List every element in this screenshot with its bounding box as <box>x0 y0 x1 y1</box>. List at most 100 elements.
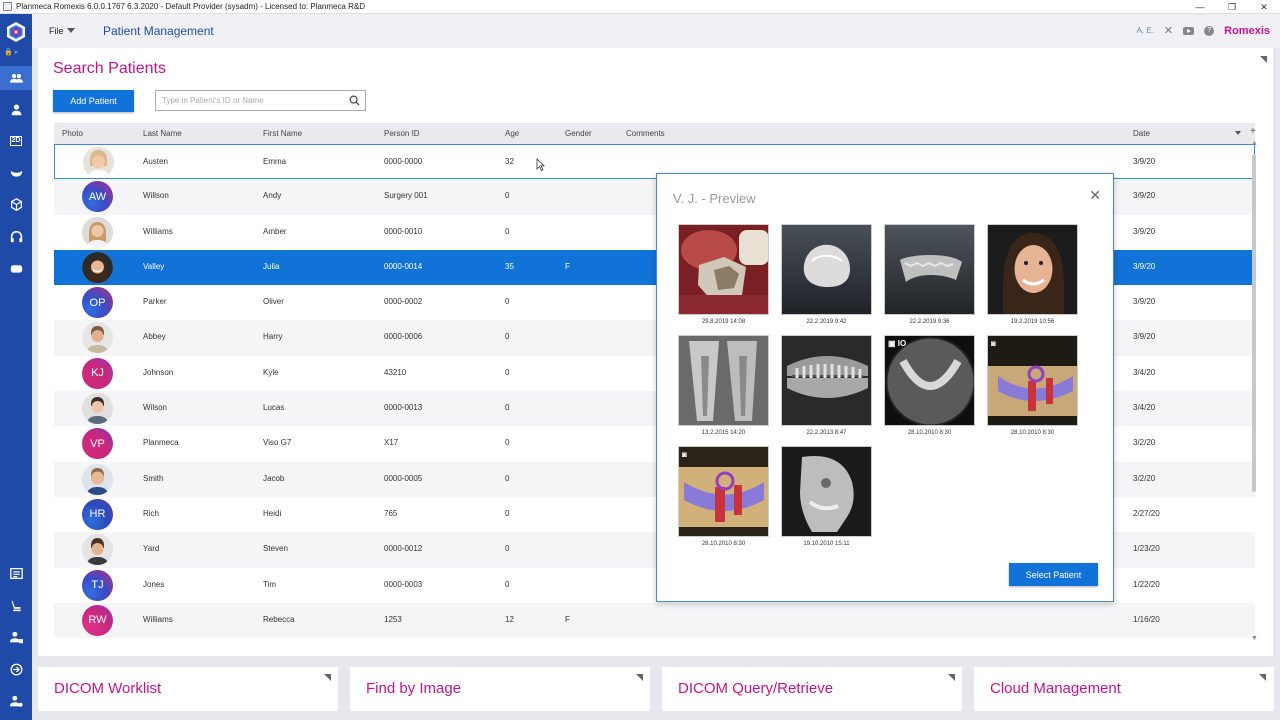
panel-expand-icon[interactable] <box>1260 56 1267 63</box>
thumbnail[interactable]: ◙ 28.10.2010 8:30 <box>678 446 769 547</box>
sidebar-item-chair[interactable] <box>0 593 32 617</box>
sidebar-item-login[interactable] <box>0 657 32 681</box>
sidebar-item-3d[interactable] <box>0 192 32 216</box>
cell-last-name: Johnson <box>143 367 174 377</box>
col-first-name[interactable]: First Name <box>263 129 302 138</box>
scroll-down-icon[interactable]: ▼ <box>1251 635 1258 642</box>
col-last-name[interactable]: Last Name <box>143 129 182 138</box>
avatar-initials: RW <box>82 604 113 636</box>
camera-icon: ◙ <box>682 450 687 459</box>
cell-age: 0 <box>505 438 510 448</box>
add-patient-button[interactable]: Add Patient <box>53 90 134 112</box>
sidebar-item-worklist[interactable] <box>0 561 32 585</box>
sidebar-item-patient[interactable] <box>0 97 32 121</box>
cell-date: 3/2/20 <box>1133 473 1156 483</box>
thumbnail-date: 28.10.2010 8:30 <box>907 430 952 436</box>
thumbnail[interactable]: 22.2.2013 8:47 <box>781 335 872 436</box>
cell-date: 1/22/20 <box>1133 579 1160 589</box>
col-person-id[interactable]: Person ID <box>384 129 420 138</box>
scrollbar-thumb[interactable] <box>1252 154 1256 492</box>
cell-person-id: 0000-0002 <box>384 297 423 307</box>
avatar-initials: VP <box>82 428 113 460</box>
tile-label: Find by Image <box>366 680 462 697</box>
thumbnail[interactable]: 29.8.2019 14:08 <box>678 224 769 325</box>
thumbnail[interactable]: 13.2.2015 14:20 <box>678 335 769 436</box>
cell-last-name: Rich <box>143 508 160 518</box>
col-comments[interactable]: Comments <box>626 129 665 138</box>
select-patient-button[interactable]: Select Patient <box>1009 563 1098 586</box>
user-initials[interactable]: A. E. <box>1137 26 1154 35</box>
patient-search-box <box>155 90 366 111</box>
cell-person-id: 0000-0010 <box>384 226 423 236</box>
sidebar-item-admin[interactable] <box>0 625 32 649</box>
dental-chair-icon <box>11 600 21 611</box>
tile-expand-icon[interactable] <box>324 674 331 681</box>
maximize-button[interactable]: ❐ <box>1216 0 1248 14</box>
tooth-icon <box>10 170 22 177</box>
tile-cloud-management[interactable]: Cloud Management <box>974 667 1274 711</box>
tile-dicom-worklist[interactable]: DICOM Worklist <box>38 667 338 711</box>
tile-dicom-query-retrieve[interactable]: DICOM Query/Retrieve <box>662 667 962 711</box>
jaw-scan-image <box>884 224 975 315</box>
camera-icon <box>10 264 22 273</box>
thumbnail-date: 22.2.2019 9:36 <box>909 319 950 325</box>
lock-icon: 🔒▸ <box>4 49 21 56</box>
thumbnail-date: 28.10.2010 8:30 <box>701 541 746 547</box>
thumbnail-date: 19.2.2019 10:56 <box>1010 319 1055 325</box>
cell-age: 0 <box>505 297 510 307</box>
romexis-logo-icon[interactable] <box>5 21 27 43</box>
sidebar-item-tooth[interactable] <box>0 160 32 184</box>
col-date[interactable]: Date <box>1133 129 1150 138</box>
help-icon[interactable]: ? <box>1204 25 1215 36</box>
search-icon[interactable] <box>349 95 360 106</box>
cell-age: 12 <box>505 614 514 624</box>
thumbnail[interactable]: 22.2.2019 9:36 <box>884 224 975 325</box>
cell-first-name: Steven <box>263 544 288 554</box>
cell-first-name: Oliver <box>263 297 284 307</box>
cell-first-name: Jacob <box>263 473 285 483</box>
table-scrollbar[interactable]: ▲ ▼ <box>1250 140 1258 644</box>
thumbnail[interactable]: 22.2.2019 9:42 <box>781 224 872 325</box>
tile-expand-icon[interactable] <box>636 674 643 681</box>
cell-person-id: 0000-0012 <box>384 544 423 554</box>
thumbnail[interactable]: ▣ IO 28.10.2010 8:30 <box>884 335 975 436</box>
thumbnail[interactable]: 19.2.2019 10:56 <box>987 224 1078 325</box>
cell-last-name: Williams <box>143 226 173 236</box>
close-window-button[interactable]: ✕ <box>1248 0 1280 14</box>
sidebar-item-patients[interactable] <box>0 66 32 90</box>
tile-expand-icon[interactable] <box>948 674 955 681</box>
cell-date: 3/4/20 <box>1133 367 1156 377</box>
user-admin-icon <box>9 631 23 643</box>
thumbnail[interactable]: 19.10.2010 15:11 <box>781 446 872 547</box>
search-input[interactable] <box>156 91 336 110</box>
cell-gender: F <box>565 261 570 271</box>
close-icon[interactable]: ✕ <box>1164 24 1173 37</box>
thumbnail[interactable]: ◙ 28.10.2010 8:30 <box>987 335 1078 436</box>
sort-desc-icon[interactable] <box>1235 131 1241 135</box>
thumbnail-date: 28.10.2010 8:30 <box>1010 430 1055 436</box>
cell-age: 0 <box>505 508 510 518</box>
table-row[interactable]: RW Williams Rebecca 1253 12 F 1/16/20 <box>54 602 1255 639</box>
preview-title: V. J. - Preview <box>673 191 756 206</box>
minimize-button[interactable]: — <box>1184 0 1216 14</box>
sidebar-item-camera[interactable] <box>0 256 32 280</box>
avatar-photo <box>82 251 113 283</box>
sidebar-item-audio[interactable] <box>0 224 32 248</box>
col-gender[interactable]: Gender <box>565 129 592 138</box>
avatar-photo <box>82 463 113 495</box>
cell-first-name: Emma <box>263 157 287 166</box>
sidebar-item-user-settings[interactable] <box>0 689 32 713</box>
app-icon <box>3 2 12 11</box>
tile-expand-icon[interactable] <box>1259 674 1266 681</box>
file-menu[interactable]: File <box>49 26 75 36</box>
close-icon[interactable]: ✕ <box>1089 187 1101 204</box>
cell-first-name: Viso G7 <box>263 438 292 448</box>
col-photo[interactable]: Photo <box>62 129 83 138</box>
add-column-icon[interactable]: + <box>1250 126 1256 137</box>
implant-3d-image: ◙ <box>678 446 769 537</box>
sidebar-item-2d[interactable]: 2D <box>0 129 32 153</box>
col-age[interactable]: Age <box>505 129 519 138</box>
tile-find-by-image[interactable]: Find by Image <box>350 667 650 711</box>
video-icon[interactable] <box>1183 26 1195 35</box>
scroll-up-icon[interactable]: ▲ <box>1251 140 1258 147</box>
